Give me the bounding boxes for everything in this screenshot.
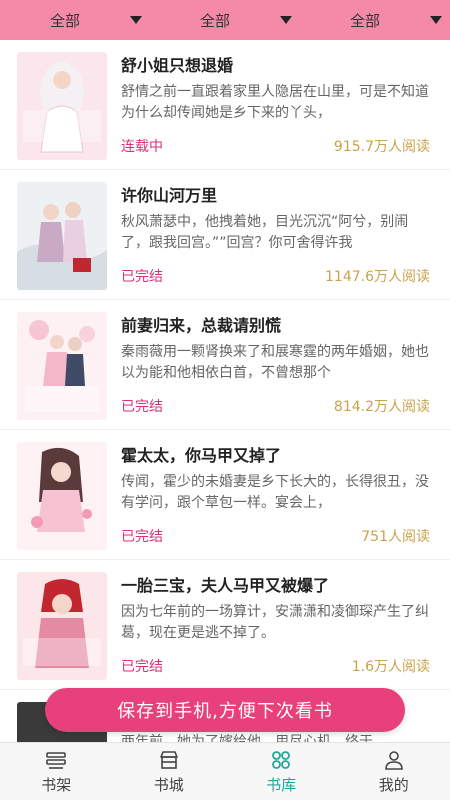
book-cover [17, 52, 107, 160]
filter-dropdown-3[interactable]: 全部 [300, 0, 450, 40]
book-readers: 915.7万人阅读 [333, 139, 430, 155]
tab-library[interactable]: 书库 [225, 743, 338, 800]
book-title: 霍太太，你马甲又掉了 [121, 446, 282, 465]
book-description: 秦雨薇用一颗肾换来了和展寒霆的两年婚姻，她也以为能和他相依白首，不曾想那个 [121, 344, 429, 381]
book-status: 已完结 [121, 269, 163, 285]
book-title: 前妻归来，总裁请别慌 [121, 316, 282, 335]
book-title: 一胎三宝，夫人马甲又被爆了 [121, 576, 330, 595]
profile-icon [384, 751, 403, 770]
save-to-phone-button[interactable]: 保存到手机,方便下次看书 [45, 688, 405, 732]
book-readers: 751人阅读 [361, 529, 430, 545]
triangle-down-icon [430, 16, 442, 24]
tab-label: 我的 [378, 776, 409, 794]
tab-label: 书库 [266, 776, 297, 794]
cover-illustration [17, 312, 107, 420]
book-list[interactable]: 舒小姐只想退婚 舒情之前一直跟着家里人隐居在山里，可是不知道为什么却传闻她是乡下… [0, 40, 450, 742]
book-readers: 1.6万人阅读 [351, 659, 430, 675]
book-description: 两年前，她为了嫁给他，用尽心机，终于 [121, 734, 373, 742]
cover-illustration [17, 442, 107, 550]
book-readers: 1147.6万人阅读 [325, 269, 430, 285]
book-description: 舒情之前一直跟着家里人隐居在山里，可是不知道为什么却传闻她是乡下来的丫头， [121, 84, 429, 121]
filter-bar: 全部 全部 全部 [0, 0, 450, 40]
book-cover [17, 312, 107, 420]
book-cover [17, 572, 107, 680]
tab-profile[interactable]: 我的 [338, 743, 450, 800]
cover-illustration [17, 572, 107, 680]
library-icon [272, 751, 291, 769]
book-status: 已完结 [121, 399, 163, 415]
filter-label: 全部 [349, 11, 380, 30]
filter-dropdown-1[interactable]: 全部 [0, 0, 150, 40]
tab-label: 书城 [153, 776, 184, 794]
book-item[interactable]: 舒小姐只想退婚 舒情之前一直跟着家里人隐居在山里，可是不知道为什么却传闻她是乡下… [0, 40, 450, 170]
bookshelf-icon [46, 752, 67, 769]
book-item[interactable]: 许你山河万里 秋风萧瑟中，他拽着她，目光沉沉“阿兮，别闹了，跟我回宫。””回宫？… [0, 170, 450, 300]
filter-label: 全部 [49, 11, 80, 30]
book-title: 舒小姐只想退婚 [121, 56, 234, 75]
filter-label: 全部 [199, 11, 230, 30]
bottom-tab-bar: 书架 书城 书库 我的 [0, 742, 450, 800]
book-cover [17, 442, 107, 550]
book-status: 已完结 [121, 659, 163, 675]
cover-illustration [17, 182, 107, 290]
book-description: 因为七年前的一场算计，安潇潇和凌御琛产生了纠葛，现在更是逃不掉了。 [121, 604, 429, 641]
book-item[interactable]: 一胎三宝，夫人马甲又被爆了 因为七年前的一场算计，安潇潇和凌御琛产生了纠葛，现在… [0, 560, 450, 690]
book-status: 连载中 [121, 139, 163, 155]
tab-bookshelf[interactable]: 书架 [0, 743, 113, 800]
store-icon [159, 751, 178, 769]
book-description: 传闻，霍少的未婚妻是乡下长大的，长得很丑，没有学问，跟个草包一样。宴会上， [121, 474, 429, 511]
book-item[interactable]: 前妻归来，总裁请别慌 秦雨薇用一颗肾换来了和展寒霆的两年婚姻，她也以为能和他相依… [0, 300, 450, 430]
book-readers: 814.2万人阅读 [333, 399, 430, 415]
book-description: 秋风萧瑟中，他拽着她，目光沉沉“阿兮，别闹了，跟我回宫。””回宫？你可舍得许我 [121, 214, 409, 251]
cover-illustration [17, 52, 107, 160]
triangle-down-icon [130, 16, 142, 24]
tab-label: 书架 [41, 776, 72, 794]
triangle-down-icon [280, 16, 292, 24]
book-item[interactable]: 霍太太，你马甲又掉了 传闻，霍少的未婚妻是乡下长大的，长得很丑，没有学问，跟个草… [0, 430, 450, 560]
book-cover [17, 182, 107, 290]
filter-dropdown-2[interactable]: 全部 [150, 0, 300, 40]
book-title: 许你山河万里 [121, 186, 218, 205]
book-status: 已完结 [121, 529, 163, 545]
tab-store[interactable]: 书城 [113, 743, 226, 800]
